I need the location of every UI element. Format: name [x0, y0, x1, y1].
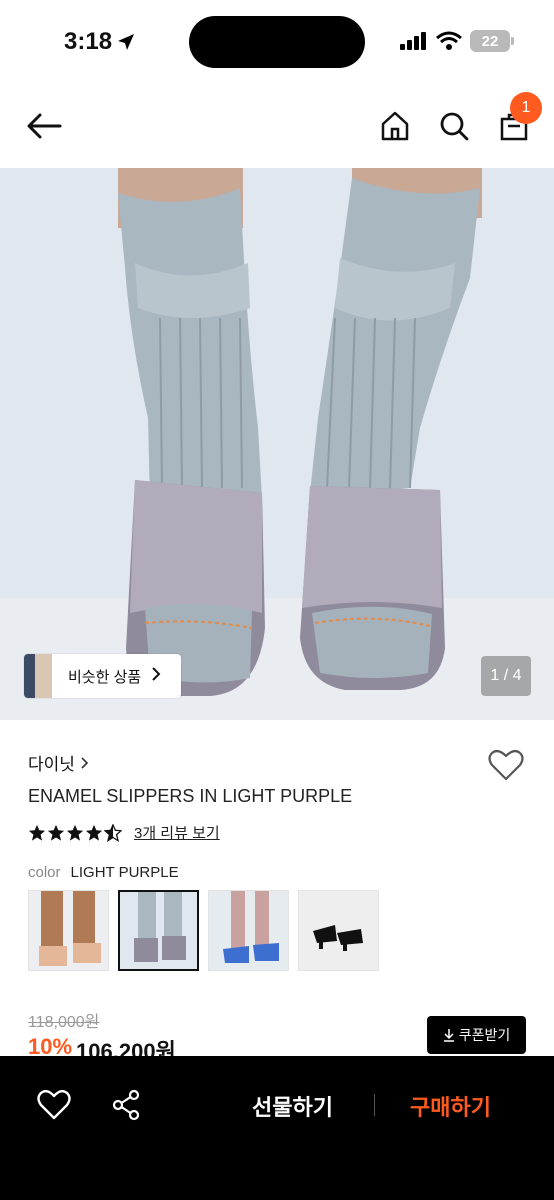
product-title: ENAMEL SLIPPERS IN LIGHT PURPLE: [28, 786, 353, 806]
color-key-label: color: [28, 864, 61, 881]
sale-price-row: 10% 106,200원: [28, 1034, 176, 1056]
search-icon[interactable]: [436, 108, 472, 144]
rating-stars: [28, 823, 122, 842]
bottom-action-bar: [0, 1056, 554, 1200]
battery-indicator: 22: [470, 30, 514, 52]
home-icon[interactable]: [377, 108, 413, 144]
discount-rate: 10%: [28, 1034, 73, 1056]
status-bar: 3:18 22: [0, 0, 554, 84]
image-counter: 1 / 4: [481, 656, 531, 696]
location-arrow-icon: [118, 34, 135, 50]
chevron-right-icon: [151, 666, 161, 686]
wifi-icon: [436, 31, 462, 50]
coupon-label: 쿠폰받기: [458, 1027, 511, 1043]
star-icon: [85, 824, 103, 841]
similar-products-button[interactable]: 비슷한 상품: [24, 654, 181, 698]
back-arrow-icon[interactable]: [26, 108, 62, 144]
similar-products-thumbnail: [24, 654, 52, 698]
star-icon: [47, 824, 65, 841]
color-swatches: [28, 890, 379, 971]
reviews-link[interactable]: 3개 리뷰 보기: [134, 822, 220, 843]
half-star-icon: [104, 823, 122, 842]
star-icon: [66, 824, 84, 841]
rating-row: 3개 리뷰 보기: [28, 822, 220, 843]
bottom-heart-icon[interactable]: [36, 1088, 72, 1122]
star-icon: [28, 824, 46, 841]
cart-count-badge: 1: [510, 92, 542, 124]
dynamic-island: [189, 16, 365, 68]
status-time-text: 3:18: [64, 28, 113, 55]
color-option-row: color LIGHT PURPLE: [28, 864, 179, 881]
product-photo-illustration: [0, 168, 554, 720]
buy-button[interactable]: 구매하기: [410, 1090, 491, 1122]
brand-link[interactable]: 다이닛: [28, 750, 89, 775]
share-icon[interactable]: [110, 1088, 142, 1122]
brand-name: 다이닛: [28, 755, 75, 774]
swatch-black[interactable]: [298, 890, 379, 971]
status-icons: 22: [400, 30, 514, 52]
swatch-light-purple[interactable]: [118, 890, 199, 971]
swatch-beige[interactable]: [28, 890, 109, 971]
product-main-image[interactable]: [0, 168, 554, 720]
signal-icon: [400, 32, 426, 50]
image-counter-text: 1 / 4: [490, 667, 522, 684]
status-time: 3:18: [64, 28, 136, 56]
bottom-divider: [374, 1094, 375, 1116]
color-value-label: LIGHT PURPLE: [70, 864, 179, 881]
battery-level: 22: [481, 32, 499, 50]
similar-products-label: 비슷한 상품: [68, 668, 142, 686]
download-icon: [443, 1029, 454, 1042]
cart-count: 1: [521, 99, 531, 116]
original-price: 118,000원: [28, 1014, 100, 1031]
sale-price: 106,200원: [76, 1039, 176, 1056]
chevron-right-icon: [81, 756, 89, 769]
coupon-button[interactable]: 쿠폰받기: [427, 1016, 526, 1054]
wishlist-heart-icon[interactable]: [488, 748, 524, 784]
swatch-blue[interactable]: [208, 890, 289, 971]
gift-button[interactable]: 선물하기: [252, 1090, 333, 1122]
